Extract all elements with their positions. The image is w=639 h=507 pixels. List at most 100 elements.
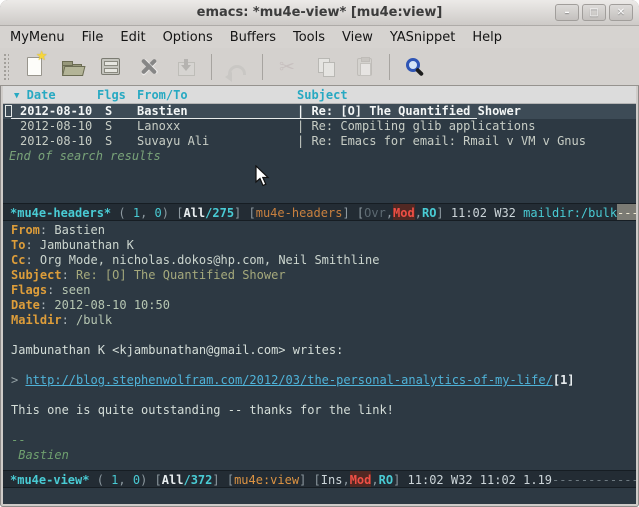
menu-yasnippet[interactable]: YASnippet [390,30,456,45]
header-row-subject: | Re: [O] The Quantified Shower [297,104,521,119]
save-as-glyph [178,62,195,76]
field-value: Bastien [54,223,105,237]
quoted-link-line: > http://blog.stephenwolfram.com/2012/03… [3,373,636,388]
menu-bar: MyMenu File Edit Options Buffers Tools View YAS… [0,26,639,48]
toolbar-search-icon[interactable] [400,52,430,82]
modeline-buffer-name: *mu4e-view* [10,471,89,487]
maximize-button[interactable]: □ [582,4,606,21]
message-fields: From: BastienTo: Jambunathan KCc: Org Mo… [3,223,636,328]
message-intro-line: Jambunathan K <kjambunathan@gmail.com> w… [3,343,636,358]
field-label: Maildir [11,313,62,327]
field-label: From [11,223,40,237]
toolbar-paste-icon [349,52,379,82]
modeline-time: 11:02 W32 [408,471,480,487]
window-title: emacs: *mu4e-view* [mu4e:view] [197,5,443,20]
paste-glyph [357,58,372,76]
menu-edit[interactable]: Edit [120,30,145,45]
modeline-time: 11:02 W32 [451,204,523,220]
header-row[interactable]: 2012-08-10SBastien| Re: [O] The Quantifi… [3,104,636,119]
toolbar-grip-icon[interactable] [3,53,9,81]
message-view: From: BastienTo: Jambunathan KCc: Org Mo… [3,223,636,463]
close-glyph [139,57,158,76]
column-subject[interactable]: Subject [297,86,348,104]
field-label: Cc [11,253,25,267]
link-footnote-ref: [1] [553,373,575,387]
toolbar-open-folder-icon[interactable] [57,52,87,82]
modeline-modified-flag: Mod [393,204,415,220]
column-date[interactable]: ▼ Date [14,86,56,105]
header-row-from: Bastien [137,104,188,119]
modeline-column-number: 0 [155,204,162,220]
headers-modeline: *mu4e-headers* ( 1, 0) [All/275] [mu4e-h… [3,203,636,221]
modeline-readonly-flag: RO [379,471,393,487]
toolbar-separator [262,54,263,80]
title-bar[interactable]: emacs: *mu4e-view* [mu4e:view] –□✕ [0,0,639,26]
header-row-flags: S [105,119,112,134]
message-field-cc: Cc: Org Mode, nicholas.dokos@hp.com, Nei… [3,253,636,268]
menu-options[interactable]: Options [163,30,213,45]
modeline-time-load: 11:02 1.19 [480,471,552,487]
toolbar-close-icon[interactable] [133,52,163,82]
modeline-major-mode: mu4e:view [234,471,299,487]
modeline-fill: ---------- [617,204,636,220]
toolbar-cut-icon: ✂ [273,52,303,82]
header-row-date: 2012-08-10 [20,104,92,119]
header-row-date: 2012-08-10 [20,119,92,134]
message-field-flags: Flags: seen [3,283,636,298]
header-row-from: Lanoxx [137,119,180,134]
column-flags[interactable]: Flgs [97,86,126,104]
modeline-position: All [183,204,205,220]
emacs-frame: ▼ Date Flgs From/To Subject 2012-08-10SB… [3,86,636,504]
modeline-major-mode: mu4e-headers [256,204,343,220]
open-folder-glyph [62,64,82,76]
modeline-column-number: 0 [133,471,140,487]
hollow-cursor-icon [5,105,12,117]
field-colon: : [62,313,76,327]
column-from-to[interactable]: From/To [137,86,188,104]
modeline-readonly-flag: RO [422,204,436,220]
menu-mymenu[interactable]: MyMenu [10,30,65,45]
minimize-button[interactable]: – [555,4,579,21]
toolbar-undo-icon [222,52,252,82]
field-value: Re: [O] The Quantified Shower [76,268,286,282]
header-row[interactable]: 2012-08-10SLanoxx| Re: Compiling glib ap… [3,119,636,134]
modeline-buffer-name: *mu4e-headers* [10,204,111,220]
window-controls: –□✕ [555,4,633,21]
menu-view[interactable]: View [342,30,373,45]
modeline-line-number: 1 [133,204,140,220]
toolbar-save-icon[interactable] [95,52,125,82]
field-colon: : [25,238,39,252]
toolbar-separator [211,54,212,80]
menu-file[interactable]: File [82,30,104,45]
modeline-modified-flag: Mod [350,471,372,487]
sort-descending-icon: ▼ [14,91,19,101]
quote-prefix: > [11,373,25,387]
view-modeline: *mu4e-view* ( 1, 0) [All/372] [mu4e:view… [3,470,636,488]
message-field-date: Date: 2012-08-10 10:50 [3,298,636,313]
menu-tools[interactable]: Tools [293,30,325,45]
close-button[interactable]: ✕ [609,4,633,21]
menu-help[interactable]: Help [472,30,502,45]
message-link[interactable]: http://blog.stephenwolfram.com/2012/03/t… [25,373,552,387]
field-colon: : [40,223,54,237]
modeline-line-number: 1 [111,471,118,487]
signature-separator: -- [3,433,636,448]
cut-glyph: ✂ [279,58,297,76]
end-of-search-results: End of search results [9,149,161,164]
modeline-overwrite-flag: Ovr [364,204,386,220]
modeline-total-count: /275 [205,204,234,220]
toolbar-new-file-icon[interactable] [19,52,49,82]
header-row-flags: S [105,134,112,149]
modeline-insert-flag: Ins [321,471,343,487]
message-comment-line: This one is quite outstanding -- thanks … [3,403,636,418]
field-value: 2012-08-10 10:50 [54,298,170,312]
field-label: To [11,238,25,252]
menu-buffers[interactable]: Buffers [230,30,276,45]
copy-glyph [318,58,335,76]
header-row-date: 2012-08-10 [20,134,92,149]
message-field-maildir: Maildir: /bulk [3,313,636,328]
search-glyph [406,58,420,72]
header-row[interactable]: 2012-08-10SSuvayu Ali| Re: Emacs for ema… [3,134,636,149]
toolbar-save-as-icon [171,52,201,82]
tool-bar: ✂ [0,48,639,86]
